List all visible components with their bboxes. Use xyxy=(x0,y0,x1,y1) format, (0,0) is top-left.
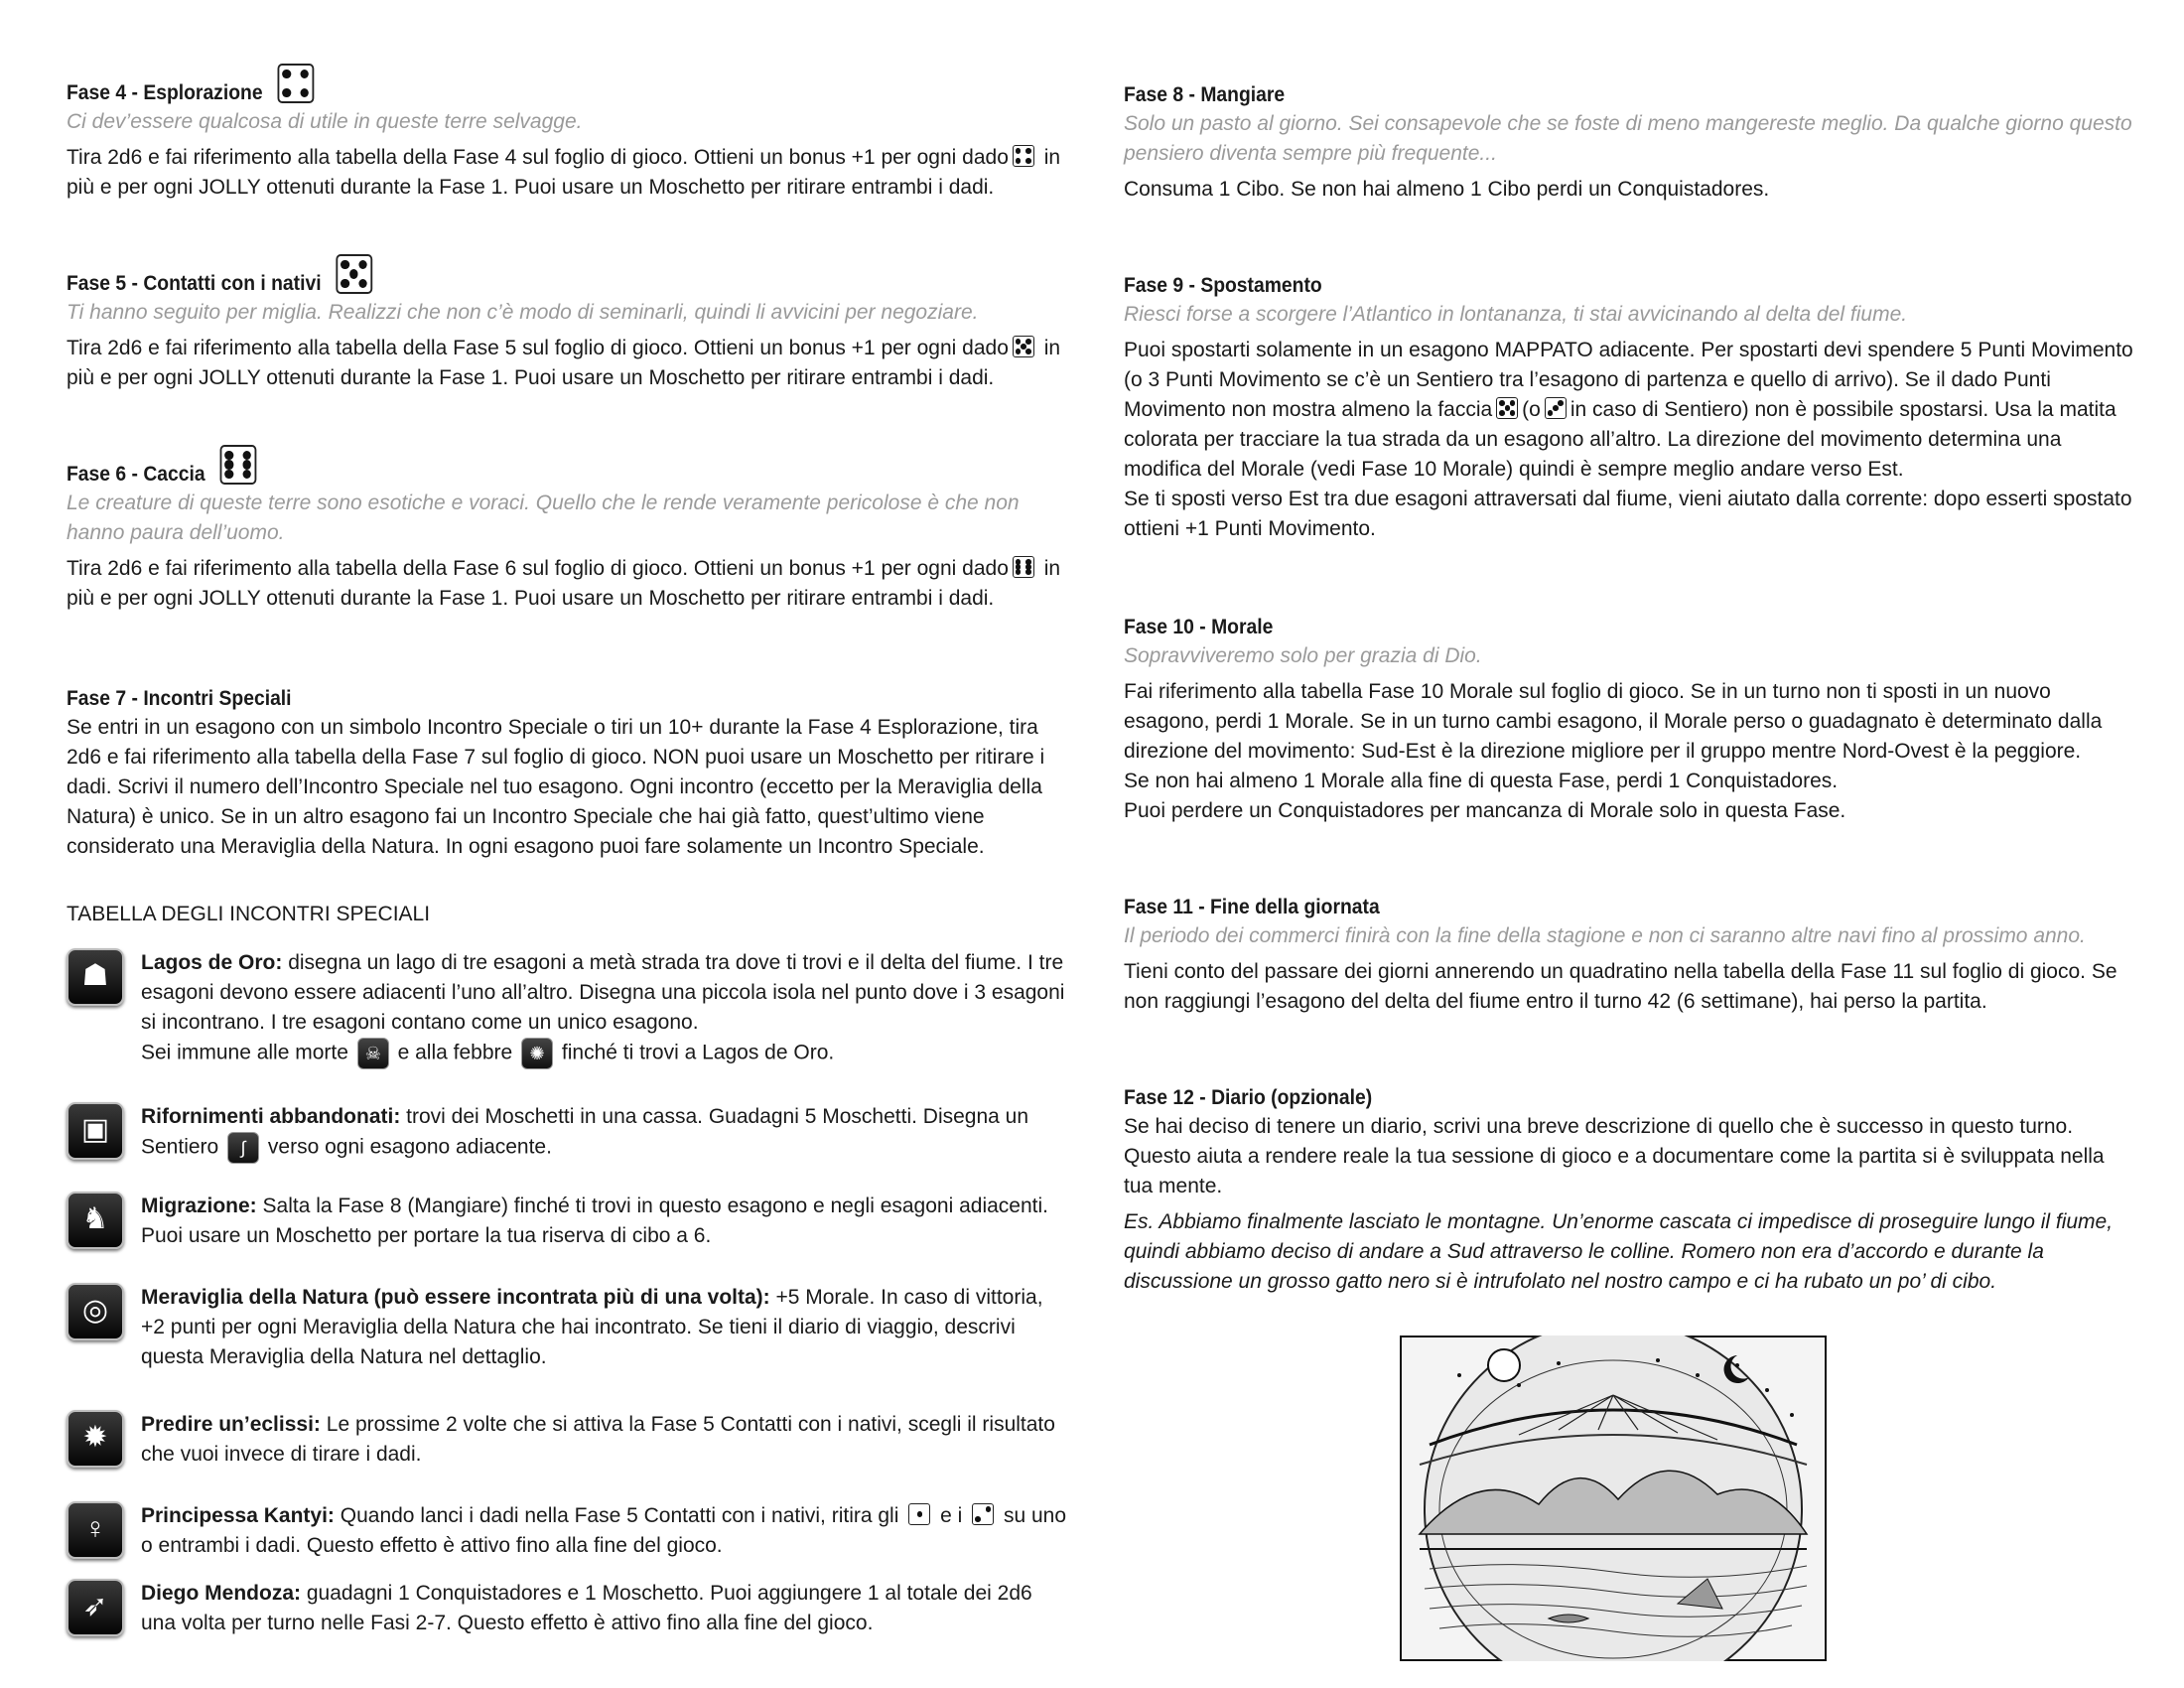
phase-9-title: Fase 9 - Spostamento xyxy=(1124,274,1322,297)
path-icon: ∫ xyxy=(227,1132,260,1164)
musketeer-icon: ➶ xyxy=(67,1579,124,1636)
encounter-extra: Sentiero xyxy=(141,1135,219,1159)
encounter-extra: verso ogni esagono adiacente. xyxy=(267,1135,552,1159)
phase-9-section: Fase 9 - Spostamento Riesci forse a scor… xyxy=(1124,272,2136,544)
phase-11-section: Fase 11 - Fine della giornata Il periodo… xyxy=(1124,894,2136,1017)
phase-6-quote: Le creature di queste terre sono esotich… xyxy=(67,492,1020,544)
encounters-table-title: TABELLA DEGLI INCONTRI SPECIALI xyxy=(67,900,1069,929)
encounter-name: Rifornimenti abbandonati: xyxy=(141,1105,401,1128)
phase-6-title: Fase 6 - Caccia xyxy=(67,445,989,489)
phase-12-title: Fase 12 - Diario (opzionale) xyxy=(1124,1086,1373,1109)
phase-12-body: Se hai deciso di tenere un diario, scriv… xyxy=(1124,1115,2105,1197)
die-one-icon xyxy=(908,1503,931,1525)
phase-5-body: Tira 2d6 e fai riferimento alla tabella … xyxy=(67,336,1061,389)
princess-icon: ♀ xyxy=(67,1501,124,1559)
encounter-extra: finché ti trovi a Lagos de Oro. xyxy=(561,1041,835,1064)
phase-10-quote: Sopravviveremo solo per grazia di Dio. xyxy=(1124,644,1482,667)
phase-9-body: Puoi spostarti solamente in un esagono M… xyxy=(1124,339,2133,540)
phase-11-quote: Il periodo dei commerci finirà con la fi… xyxy=(1124,924,2086,947)
globe-icon: ◎ xyxy=(67,1283,124,1340)
encounter-extra: e i xyxy=(940,1504,963,1527)
lake-icon: ☗ xyxy=(67,948,124,1006)
encounter-extra: Sei immune alle morte xyxy=(141,1041,348,1064)
die-six-icon xyxy=(219,445,257,485)
eclipse-icon: ✹ xyxy=(67,1410,124,1468)
phase-4-quote: Ci dev’essere qualcosa di utile in quest… xyxy=(67,110,583,133)
encounter-text: trovi dei Moschetti in una cassa. Guadag… xyxy=(406,1105,1029,1128)
encounter-migrazione: ♞ Migrazione: Salta la Fase 8 (Mangiare)… xyxy=(67,1192,1069,1261)
phase-8-section: Fase 8 - Mangiare Solo un pasto al giorn… xyxy=(1124,81,2136,205)
encounter-rifornimenti: ▣ Rifornimenti abbandonati: trovi dei Mo… xyxy=(67,1102,1069,1172)
phase-12-section: Fase 12 - Diario (opzionale) Se hai deci… xyxy=(1124,1084,2136,1297)
phase-7-body: Se entri in un esagono con un simbolo In… xyxy=(67,716,1045,858)
phase-12-example: Es. Abbiamo finalmente lasciato le monta… xyxy=(1124,1210,2114,1293)
phase-5-title: Fase 5 - Contatti con i nativi xyxy=(67,254,989,298)
phase-5-section: Fase 5 - Contatti con i nativi Ti hanno … xyxy=(67,254,1069,393)
skull-icon: ☠ xyxy=(356,1038,389,1069)
encounter-name: Meraviglia della Natura (può essere inco… xyxy=(141,1286,770,1309)
die-six-icon xyxy=(1012,556,1034,578)
fever-icon: ✺ xyxy=(521,1038,554,1069)
phase-8-quote: Solo un pasto al giorno. Sei consapevole… xyxy=(1124,112,2132,165)
encounter-name: Lagos de Oro: xyxy=(141,951,283,974)
encounters-table-heading: TABELLA DEGLI INCONTRI SPECIALI xyxy=(67,903,431,925)
encounter-extra: e alla febbre xyxy=(397,1041,513,1064)
phase-4-body: Tira 2d6 e fai riferimento alla tabella … xyxy=(67,145,1061,199)
die-five-icon xyxy=(1496,397,1519,419)
die-four-icon xyxy=(1012,145,1034,167)
encounter-meraviglia: ◎ Meraviglia della Natura (può essere in… xyxy=(67,1283,1069,1382)
encounter-eclissi: ✹ Predire un’eclissi: Le prossime 2 volt… xyxy=(67,1410,1069,1479)
encounter-name: Predire un’eclissi: xyxy=(141,1413,321,1436)
phase-4-section: Fase 4 - Esplorazione Ci dev’essere qual… xyxy=(67,64,1069,203)
sun-icon xyxy=(1487,1348,1521,1382)
encounter-mendoza: ➶ Diego Mendoza: guadagni 1 Conquistador… xyxy=(67,1579,1069,1648)
die-five-icon xyxy=(1012,336,1034,357)
phase-8-title: Fase 8 - Mangiare xyxy=(1124,83,1286,106)
crate-icon: ▣ xyxy=(67,1102,124,1160)
encounter-name: Principessa Kantyi: xyxy=(141,1504,335,1527)
phase-4-title: Fase 4 - Esplorazione xyxy=(67,64,989,107)
phase-7-section: Fase 7 - Incontri Speciali Se entri in u… xyxy=(67,685,1069,862)
encounter-name: Migrazione: xyxy=(141,1195,257,1217)
phase-5-quote: Ti hanno seguito per miglia. Realizzi ch… xyxy=(67,301,979,324)
woodcut-illustration xyxy=(1400,1336,1827,1661)
encounter-text: Quando lanci i dadi nella Fase 5 Contatt… xyxy=(340,1504,899,1527)
phase-8-body: Consuma 1 Cibo. Se non hai almeno 1 Cibo… xyxy=(1124,178,1770,201)
encounter-text: Salta la Fase 8 (Mangiare) finché ti tro… xyxy=(141,1195,1048,1247)
die-two-icon xyxy=(972,1503,995,1525)
deer-icon: ♞ xyxy=(67,1192,124,1249)
phase-11-body: Tieni conto del passare dei giorni anner… xyxy=(1124,960,2117,1013)
die-five-icon xyxy=(336,254,372,294)
phase-7-title: Fase 7 - Incontri Speciali xyxy=(67,687,292,710)
encounter-lagos-de-oro: ☗ Lagos de Oro: disegna un lago di tre e… xyxy=(67,948,1069,1087)
phase-11-title: Fase 11 - Fine della giornata xyxy=(1124,896,1380,918)
encounter-kantyi: ♀ Principessa Kantyi: Quando lanci i dad… xyxy=(67,1501,1069,1571)
die-three-icon xyxy=(1544,397,1567,419)
die-four-icon xyxy=(277,64,314,103)
phase-10-body: Fai riferimento alla tabella Fase 10 Mor… xyxy=(1124,680,2103,822)
phase-10-section: Fase 10 - Morale Sopravviveremo solo per… xyxy=(1124,614,2136,826)
phase-10-title: Fase 10 - Morale xyxy=(1124,616,1274,638)
phase-9-quote: Riesci forse a scorgere l’Atlantico in l… xyxy=(1124,303,1908,326)
phase-6-section: Fase 6 - Caccia Le creature di queste te… xyxy=(67,445,1069,614)
phase-6-body: Tira 2d6 e fai riferimento alla tabella … xyxy=(67,556,1061,610)
encounter-name: Diego Mendoza: xyxy=(141,1582,301,1605)
